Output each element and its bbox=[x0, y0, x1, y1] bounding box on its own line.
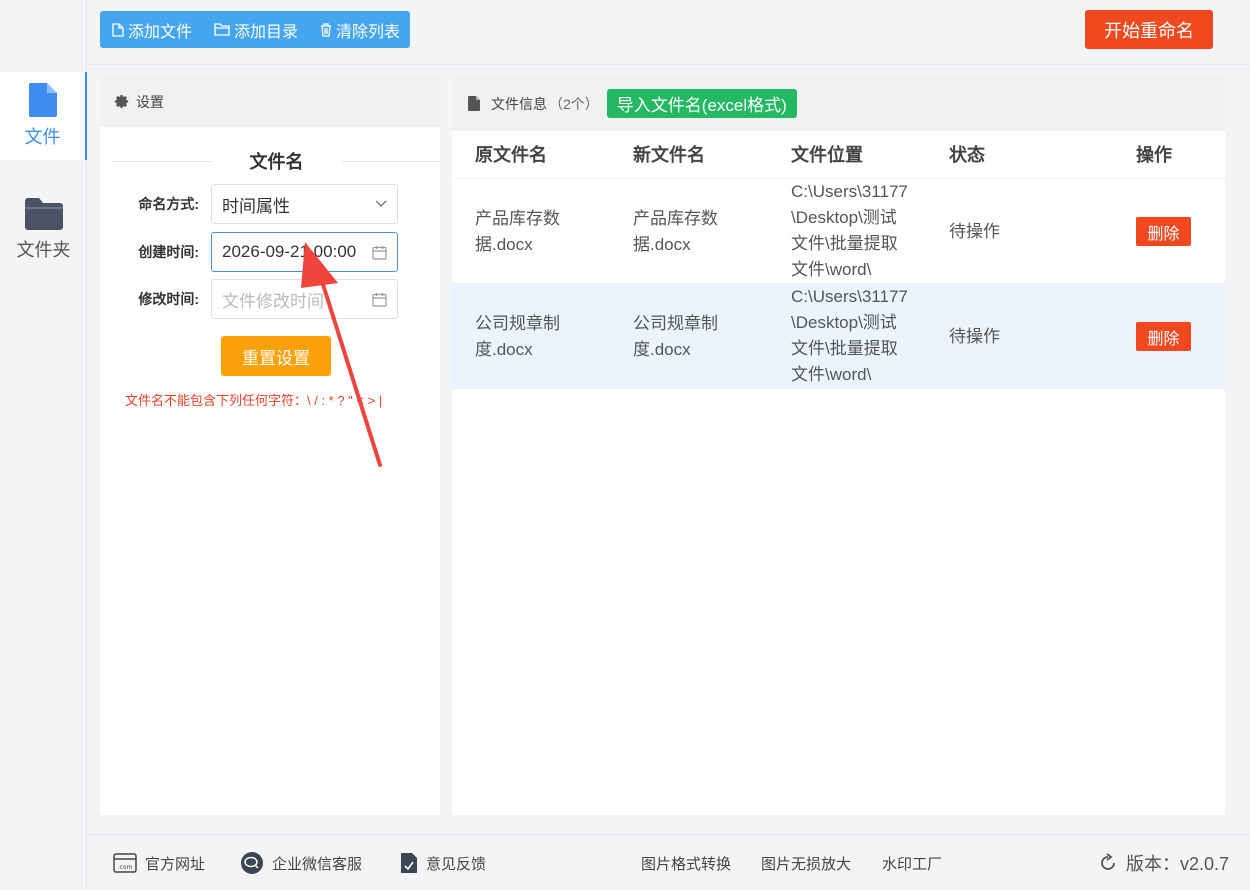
folder-outline-icon bbox=[214, 23, 230, 36]
naming-mode-label: 命名方式: bbox=[138, 196, 199, 212]
file-outline-icon bbox=[112, 22, 124, 37]
calendar-icon bbox=[372, 245, 387, 260]
file-list-panel: 文件信息 （2个） 导入文件名(excel格式) 原文件名 新文件名 文件位置 … bbox=[452, 76, 1225, 815]
column-status: 状态 bbox=[949, 145, 985, 165]
feedback-label: 意见反馈 bbox=[426, 855, 487, 873]
modify-time-placeholder: 文件修改时间 bbox=[222, 291, 324, 311]
modify-time-input[interactable]: 文件修改时间 bbox=[211, 279, 398, 319]
naming-mode-value: 时间属性 bbox=[222, 196, 290, 216]
footer-bar: .com 官方网址 企业微信客服 意见反馈 图片格式转换 图片无损放大 水印工厂… bbox=[88, 834, 1250, 890]
file-info-label: 文件信息 bbox=[491, 95, 547, 112]
toolbar: 添加文件 添加目录 清除列表 bbox=[100, 11, 411, 48]
wechat-support-link[interactable]: 企业微信客服 bbox=[240, 835, 362, 890]
divider bbox=[341, 160, 440, 162]
column-original-name: 原文件名 bbox=[475, 145, 547, 165]
delete-button[interactable]: 删除 bbox=[1136, 217, 1191, 246]
nav-item-file[interactable]: 文件 bbox=[0, 72, 87, 160]
table-header: 原文件名 新文件名 文件位置 状态 操作 bbox=[452, 131, 1225, 179]
add-file-label: 添加文件 bbox=[128, 23, 193, 41]
image-upscale-link[interactable]: 图片无损放大 bbox=[761, 835, 851, 890]
version-label: 版本：v2.0.7 bbox=[1126, 854, 1230, 874]
clear-list-button[interactable]: 清除列表 bbox=[320, 18, 400, 42]
version-info: 版本：v2.0.7 bbox=[1098, 835, 1229, 890]
refresh-icon bbox=[1101, 853, 1115, 870]
create-time-row: 创建时间: 2026-09-21 00:00 bbox=[100, 232, 440, 272]
official-website-link[interactable]: .com 官方网址 bbox=[113, 835, 205, 890]
add-directory-label: 添加目录 bbox=[234, 23, 299, 41]
table-row[interactable]: 公司规章制度.docx 公司规章制度.docx C:\Users\31177\D… bbox=[452, 284, 1225, 389]
watermark-factory-link[interactable]: 水印工厂 bbox=[882, 835, 942, 890]
filename-warning: 文件名不能包含下列任何字符：\ / : * ? " < > | bbox=[125, 393, 383, 408]
location-cell: C:\Users\31177\Desktop\测试文件\批量提取文件\word\ bbox=[791, 287, 908, 384]
table-row[interactable]: 产品库存数据.docx 产品库存数据.docx C:\Users\31177\D… bbox=[452, 179, 1225, 284]
add-directory-button[interactable]: 添加目录 bbox=[214, 18, 298, 42]
calendar-icon bbox=[372, 292, 387, 307]
add-file-button[interactable]: 添加文件 bbox=[112, 18, 192, 42]
status-cell: 待操作 bbox=[949, 327, 1000, 346]
naming-mode-row: 命名方式: 时间属性 bbox=[100, 184, 440, 224]
feedback-icon bbox=[401, 853, 417, 873]
nav-item-folder[interactable]: 文件夹 bbox=[0, 186, 87, 274]
nav-item-file-label: 文件 bbox=[24, 127, 61, 147]
divider bbox=[113, 160, 212, 162]
settings-header: 设置 bbox=[100, 76, 440, 127]
original-name-cell: 公司规章制度.docx bbox=[475, 314, 560, 359]
clear-list-label: 清除列表 bbox=[336, 23, 401, 41]
official-website-label: 官方网址 bbox=[145, 855, 206, 873]
start-rename-button[interactable]: 开始重命名 bbox=[1085, 10, 1213, 49]
column-action: 操作 bbox=[1136, 145, 1172, 165]
wechat-support-label: 企业微信客服 bbox=[272, 855, 363, 873]
create-time-value: 2026-09-21 00:00 bbox=[222, 242, 357, 261]
side-nav: 文件 文件夹 bbox=[0, 0, 87, 890]
create-time-input[interactable]: 2026-09-21 00:00 bbox=[211, 232, 398, 272]
nav-item-folder-label: 文件夹 bbox=[16, 240, 71, 260]
new-name-cell: 公司规章制度.docx bbox=[633, 314, 718, 359]
column-location: 文件位置 bbox=[791, 145, 863, 165]
file-icon bbox=[28, 83, 57, 117]
new-name-cell: 产品库存数据.docx bbox=[633, 209, 718, 254]
file-count: （2个） bbox=[549, 95, 599, 112]
column-new-name: 新文件名 bbox=[633, 145, 705, 165]
website-icon: .com bbox=[113, 853, 137, 873]
settings-panel: 设置 文件名 命名方式: 时间属性 创建时间: 2026-09-21 00:00… bbox=[100, 76, 440, 815]
svg-text:.com: .com bbox=[118, 864, 133, 871]
create-time-label: 创建时间: bbox=[138, 244, 199, 260]
original-name-cell: 产品库存数据.docx bbox=[475, 209, 560, 254]
gear-icon bbox=[114, 94, 129, 109]
status-cell: 待操作 bbox=[949, 222, 1000, 241]
filename-section-label: 文件名 bbox=[249, 152, 304, 172]
trash-icon bbox=[321, 22, 332, 37]
feedback-link[interactable]: 意见反馈 bbox=[400, 835, 486, 890]
chat-bubble-icon bbox=[241, 852, 263, 874]
folder-icon bbox=[24, 198, 63, 230]
file-info-header: 文件信息 （2个） 导入文件名(excel格式) bbox=[452, 76, 1225, 131]
filename-section-title: 文件名 bbox=[113, 148, 440, 174]
document-icon bbox=[468, 96, 480, 111]
image-convert-link[interactable]: 图片格式转换 bbox=[641, 835, 731, 890]
settings-header-label: 设置 bbox=[136, 93, 164, 110]
modify-time-row: 修改时间: 文件修改时间 bbox=[100, 279, 440, 319]
modify-time-label: 修改时间: bbox=[138, 291, 199, 307]
chevron-down-icon bbox=[375, 200, 387, 207]
delete-button[interactable]: 删除 bbox=[1136, 322, 1191, 351]
location-cell: C:\Users\31177\Desktop\测试文件\批量提取文件\word\ bbox=[791, 182, 908, 279]
reset-settings-button[interactable]: 重置设置 bbox=[221, 336, 331, 376]
import-excel-button[interactable]: 导入文件名(excel格式) bbox=[606, 89, 797, 118]
top-divider bbox=[88, 64, 1250, 65]
naming-mode-select[interactable]: 时间属性 bbox=[211, 184, 398, 224]
